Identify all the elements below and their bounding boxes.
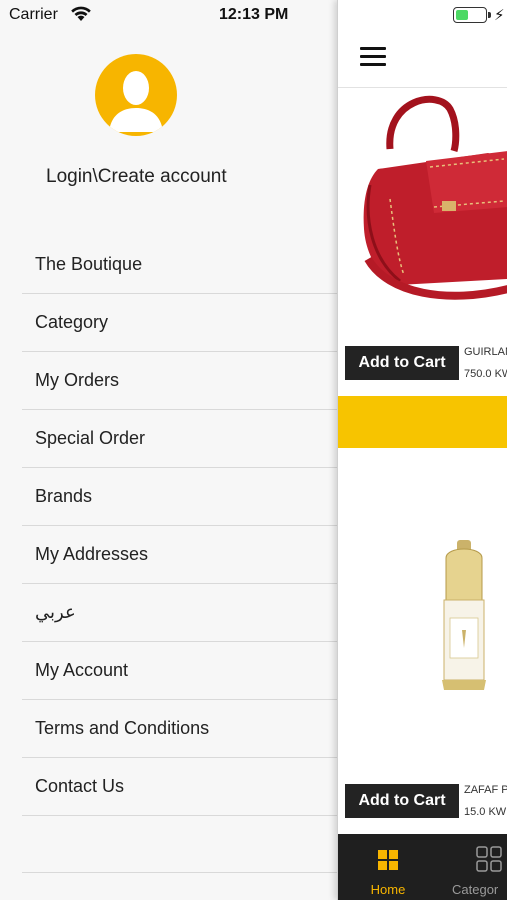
- status-bar-left: Carrier 12:13 PM: [0, 0, 337, 28]
- charging-bolt-icon: ⚡: [494, 7, 505, 24]
- menu-item-my-addresses[interactable]: My Addresses: [22, 526, 337, 584]
- menu-item-contact-us[interactable]: Contact Us: [22, 758, 337, 816]
- drawer-menu: The Boutique Category My Orders Special …: [22, 236, 337, 816]
- bottom-tab-bar: Home Categor: [338, 834, 507, 900]
- clock-label: 12:13 PM: [219, 6, 289, 23]
- product-price: 750.0 KW: [464, 368, 507, 380]
- wifi-icon: [71, 6, 91, 21]
- user-silhouette-icon: [109, 71, 163, 132]
- product-name[interactable]: ZAFAF P: [464, 784, 507, 796]
- hamburger-menu-icon[interactable]: [360, 47, 386, 67]
- category-grid-icon: [476, 846, 502, 872]
- menu-item-brands[interactable]: Brands: [22, 468, 337, 526]
- menu-item-category[interactable]: Category: [22, 294, 337, 352]
- top-nav-bar: [338, 28, 507, 88]
- carrier-label: Carrier: [9, 6, 58, 23]
- menu-item-the-boutique[interactable]: The Boutique: [22, 236, 337, 294]
- perfume-product-image[interactable]: [338, 450, 507, 780]
- add-to-cart-button[interactable]: Add to Cart: [345, 784, 459, 818]
- promo-banner[interactable]: [338, 396, 507, 448]
- menu-item-my-account[interactable]: My Account: [22, 642, 337, 700]
- add-to-cart-button[interactable]: Add to Cart: [345, 346, 459, 380]
- battery-icon: [453, 7, 487, 23]
- menu-item-terms-and-conditions[interactable]: Terms and Conditions: [22, 700, 337, 758]
- tab-category-label: Categor: [452, 882, 499, 897]
- main-content: ⚡ Add to Cart GUIRLAN 750.0 KW Add to Ca…: [337, 0, 507, 900]
- battery-level: [456, 10, 469, 20]
- tab-home-label: Home: [370, 882, 406, 897]
- tab-category[interactable]: Categor: [438, 834, 507, 900]
- menu-item-special-order[interactable]: Special Order: [22, 410, 337, 468]
- handbag-product-image[interactable]: [338, 89, 507, 334]
- menu-item-arabic-language[interactable]: عربي: [22, 584, 337, 642]
- avatar[interactable]: [95, 54, 177, 136]
- drawer-divider: [22, 872, 337, 873]
- product-price: 15.0 KW: [464, 806, 507, 818]
- home-grid-icon: [378, 850, 398, 870]
- side-drawer: Carrier 12:13 PM Login\Create account Th…: [0, 0, 337, 900]
- status-bar-right: ⚡: [338, 0, 507, 28]
- login-create-account-link[interactable]: Login\Create account: [46, 166, 227, 188]
- product-name[interactable]: GUIRLAN: [464, 346, 507, 358]
- battery-tip: [488, 12, 491, 18]
- tab-home[interactable]: Home: [338, 834, 438, 900]
- menu-item-my-orders[interactable]: My Orders: [22, 352, 337, 410]
